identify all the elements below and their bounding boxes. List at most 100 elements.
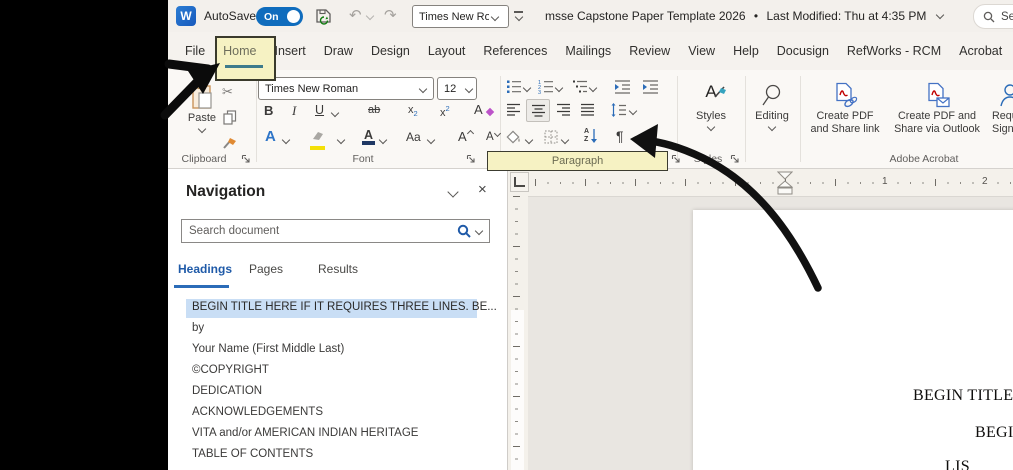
nav-tab-results[interactable]: Results: [318, 262, 358, 276]
tab-insert[interactable]: Insert: [266, 44, 315, 58]
heading-item[interactable]: TABLE OF CONTENTS: [192, 448, 313, 460]
horizontal-ruler[interactable]: 1 2: [508, 169, 1013, 197]
vertical-ruler[interactable]: [508, 196, 528, 470]
tab-references[interactable]: References: [474, 44, 556, 58]
format-painter-icon[interactable]: [222, 136, 238, 151]
nav-tab-underline: [174, 285, 229, 288]
heading-item[interactable]: DEDICATION: [192, 385, 262, 397]
tab-acrobat[interactable]: Acrobat: [950, 44, 1011, 58]
page-text-line: LIS: [945, 458, 970, 470]
last-modified-text[interactable]: Last Modified: Thu at 4:35 PM: [766, 9, 926, 23]
font-color-button[interactable]: A: [362, 128, 375, 145]
tab-layout[interactable]: Layout: [419, 44, 475, 58]
shrink-font-button[interactable]: A: [486, 129, 501, 143]
search-box[interactable]: Search: [973, 4, 1013, 29]
nav-tab-headings[interactable]: Headings: [178, 262, 232, 276]
paragraph-dialog-launcher-icon[interactable]: [671, 154, 681, 164]
undo-icon[interactable]: ↶: [349, 6, 362, 24]
cut-icon[interactable]: ✂: [222, 84, 233, 100]
clipboard-dialog-launcher-icon[interactable]: [241, 154, 251, 164]
sort-button[interactable]: A Z: [584, 128, 598, 144]
heading-item[interactable]: ACKNOWLEDGEMENTS: [192, 406, 323, 418]
svg-text:3: 3: [538, 90, 541, 94]
tab-file[interactable]: File: [176, 44, 214, 58]
font-color-a: A: [363, 128, 374, 142]
decrease-indent-icon[interactable]: [614, 79, 631, 94]
tab-view[interactable]: View: [679, 44, 724, 58]
heading-item[interactable]: ©COPYRIGHT: [192, 364, 269, 376]
indent-markers[interactable]: [777, 171, 793, 195]
show-formatting-marks-button[interactable]: ¶: [616, 128, 624, 144]
clipboard-group-label: Clipboard: [181, 153, 227, 165]
save-icon[interactable]: [315, 7, 333, 25]
editing-button[interactable]: Editing: [749, 84, 795, 132]
heading-item[interactable]: VITA and/or AMERICAN INDIAN HERITAGE: [192, 427, 418, 439]
shrink-font-arrow-icon: [493, 129, 501, 138]
increase-indent-icon[interactable]: [642, 79, 659, 94]
tab-review[interactable]: Review: [620, 44, 679, 58]
tab-design[interactable]: Design: [362, 44, 419, 58]
word-app-icon: W: [176, 6, 196, 26]
underline-button[interactable]: U: [315, 103, 324, 117]
bullets-icon[interactable]: [506, 79, 522, 94]
strikethrough-button[interactable]: ab: [368, 104, 380, 116]
grow-font-button[interactable]: A: [458, 129, 474, 144]
paste-button[interactable]: Paste: [180, 82, 224, 134]
navigation-search-icon[interactable]: [457, 224, 472, 239]
tab-home[interactable]: Home: [214, 44, 265, 58]
quick-font-chevron-icon: [490, 12, 500, 21]
paste-label: Paste: [187, 112, 217, 124]
navigation-collapse-chevron-icon[interactable]: [447, 186, 459, 198]
redo-icon[interactable]: ↷: [384, 6, 397, 24]
subscript-button[interactable]: x2: [408, 104, 418, 118]
superscript-button[interactable]: x2: [440, 104, 450, 119]
ribbon-options-chevron-icon[interactable]: [514, 12, 524, 22]
font-size-chevron-icon: [464, 84, 474, 93]
nav-tab-pages[interactable]: Pages: [249, 262, 283, 276]
align-right-icon[interactable]: [556, 103, 571, 117]
document-page[interactable]: [693, 210, 1013, 470]
title-separator: •: [753, 9, 759, 23]
tab-refworks[interactable]: RefWorks - RCM: [838, 44, 950, 58]
quick-font-combobox[interactable]: Times New Roman: [412, 5, 509, 28]
navigation-close-icon[interactable]: ×: [478, 181, 487, 198]
borders-icon[interactable]: [544, 130, 558, 144]
undo-chevron-icon[interactable]: [365, 11, 375, 21]
tab-help[interactable]: Help: [724, 44, 768, 58]
create-pdf-share-link-button[interactable]: Create PDF and Share link: [804, 82, 886, 135]
heading-item[interactable]: Your Name (First Middle Last): [192, 343, 344, 355]
heading-item[interactable]: BEGIN TITLE HERE IF IT REQUIRES THREE LI…: [192, 301, 497, 313]
navigation-search-box[interactable]: [181, 219, 490, 243]
font-size-combobox[interactable]: 12: [437, 77, 477, 100]
heading-item[interactable]: by: [192, 322, 204, 334]
bold-button[interactable]: B: [264, 103, 273, 118]
request-signatures-button[interactable]: Request Signatures: [988, 82, 1013, 135]
text-effects-button[interactable]: A: [265, 128, 276, 145]
font-name-value: Times New Roman: [265, 82, 359, 95]
highlight-color-button[interactable]: [310, 129, 326, 150]
copy-icon[interactable]: [223, 110, 237, 125]
create-pdf-outlook-button[interactable]: Create PDF and Share via Outlook: [890, 82, 984, 135]
styles-button[interactable]: A Styles: [684, 82, 738, 132]
align-center-button[interactable]: [526, 99, 550, 122]
styles-dialog-launcher-icon[interactable]: [730, 154, 740, 164]
autosave-toggle[interactable]: On: [256, 7, 303, 26]
italic-button[interactable]: I: [292, 103, 296, 119]
multilevel-list-icon[interactable]: [572, 79, 588, 94]
clear-formatting-button[interactable]: A: [474, 102, 494, 117]
tab-selector-button[interactable]: [510, 172, 529, 192]
shading-bucket-icon[interactable]: [506, 130, 523, 144]
tab-draw[interactable]: Draw: [315, 44, 362, 58]
tab-docusign[interactable]: Docusign: [768, 44, 838, 58]
justify-icon[interactable]: [580, 103, 595, 117]
font-name-combobox[interactable]: Times New Roman: [258, 77, 434, 100]
line-spacing-icon[interactable]: [610, 102, 627, 118]
align-left-icon[interactable]: [506, 103, 521, 117]
font-dialog-launcher-icon[interactable]: [466, 154, 476, 164]
navigation-search-chevron-icon[interactable]: [474, 226, 484, 236]
change-case-button[interactable]: Aa: [406, 130, 421, 144]
numbering-icon[interactable]: 123: [538, 79, 554, 94]
navigation-search-input[interactable]: [182, 224, 457, 238]
title-chevron-icon[interactable]: [935, 10, 944, 20]
tab-mailings[interactable]: Mailings: [556, 44, 620, 58]
